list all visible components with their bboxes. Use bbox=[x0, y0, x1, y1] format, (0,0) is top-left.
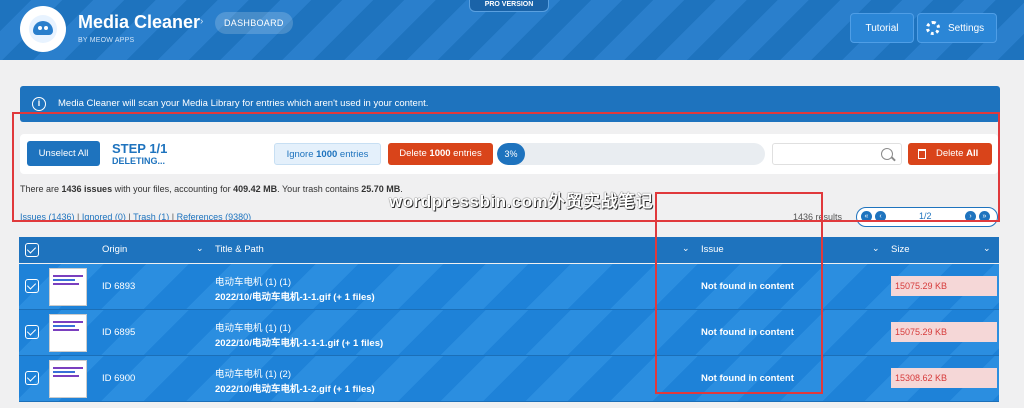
table-row[interactable]: ID 6895 电动车电机 (1) (1) 2022/10/电动车电机-1-1-… bbox=[19, 310, 999, 356]
settings-button[interactable]: Settings bbox=[917, 13, 997, 43]
filter-trash-count: (1) bbox=[155, 212, 170, 222]
summary-p1: There are bbox=[20, 184, 62, 194]
chevron-right-icon: › bbox=[200, 16, 204, 27]
row-path: 2022/10/电动车电机-1-1-1.gif (+ 1 files) bbox=[215, 338, 384, 349]
delete-suffix: entries bbox=[450, 148, 482, 159]
step-status: DELETING... bbox=[112, 156, 166, 166]
table-header: Origin ⌄ Title & Path ⌄ Issue ⌄ Size ⌄ bbox=[19, 237, 999, 263]
chevron-down-icon[interactable]: ⌄ bbox=[682, 243, 690, 254]
column-origin[interactable]: Origin bbox=[102, 244, 127, 255]
delete-all-strong: All bbox=[966, 148, 979, 159]
filter-references[interactable]: References (9380) bbox=[177, 212, 252, 222]
row-checkbox[interactable] bbox=[25, 325, 39, 339]
delete-entries-button[interactable]: Delete 1000 entries bbox=[388, 143, 493, 165]
row-size: 15075.29 KB bbox=[891, 276, 997, 296]
ignore-suffix: entries bbox=[337, 149, 369, 160]
row-size: 15075.29 KB bbox=[891, 322, 997, 342]
filter-issues-label: Issues bbox=[20, 212, 47, 222]
filter-issues-count: (1436) bbox=[46, 212, 75, 222]
ignore-count: 1000 bbox=[316, 149, 338, 160]
row-title[interactable]: 电动车电机 (1) (1) bbox=[215, 320, 291, 334]
breadcrumb-dashboard[interactable]: DASHBOARD bbox=[215, 12, 293, 34]
filter-references-label: References bbox=[176, 212, 223, 222]
summary-text: There are 1436 issues with your files, a… bbox=[20, 184, 403, 194]
filter-references-count: (9380) bbox=[222, 212, 252, 222]
info-message: Media Cleaner will scan your Media Libra… bbox=[58, 98, 429, 109]
row-size: 15308.62 KB bbox=[891, 368, 997, 388]
pagination: « ‹ 1/2 › » bbox=[856, 207, 998, 227]
row-issue: Not found in content bbox=[701, 327, 794, 338]
chevron-down-icon[interactable]: ⌄ bbox=[983, 243, 991, 254]
delete-all-button[interactable]: Delete All bbox=[908, 143, 992, 165]
column-issue[interactable]: Issue bbox=[701, 244, 724, 255]
meow-apps-logo bbox=[20, 6, 66, 52]
action-bar: Unselect All STEP 1/1 DELETING... Ignore… bbox=[20, 134, 998, 174]
info-banner: i Media Cleaner will scan your Media Lib… bbox=[20, 86, 1000, 122]
thumbnail-image[interactable] bbox=[49, 268, 87, 306]
watermark-text: wordpressbin.com外贸实战笔记 bbox=[389, 192, 654, 211]
step-title: STEP 1/1 bbox=[112, 141, 168, 156]
row-checkbox[interactable] bbox=[25, 371, 39, 385]
app-header: Media Cleaner BY MEOW APPS › DASHBOARD P… bbox=[0, 0, 1024, 60]
settings-label: Settings bbox=[948, 23, 985, 34]
row-id[interactable]: ID 6895 bbox=[102, 327, 135, 338]
pro-version-badge: PRO VERSION bbox=[469, 0, 549, 12]
row-id[interactable]: ID 6893 bbox=[102, 281, 135, 292]
delete-prefix: Delete bbox=[399, 148, 430, 159]
progress-fill: 3% bbox=[497, 143, 525, 165]
row-checkbox[interactable] bbox=[25, 279, 39, 293]
filter-ignored[interactable]: Ignored (0) bbox=[82, 212, 126, 222]
select-all-checkbox[interactable] bbox=[25, 243, 39, 257]
tutorial-button[interactable]: Tutorial bbox=[850, 13, 914, 43]
filter-issues[interactable]: Issues (1436) bbox=[20, 212, 75, 222]
filter-ignored-count: (0) bbox=[112, 212, 126, 222]
summary-p2: with your files, accounting for bbox=[112, 184, 234, 194]
unselect-all-button[interactable]: Unselect All bbox=[27, 141, 100, 166]
summary-p3: . Your trash contains bbox=[277, 184, 362, 194]
table-row[interactable]: ID 6900 电动车电机 (1) (2) 2022/10/电动车电机-1-2.… bbox=[19, 356, 999, 402]
ignore-entries-button[interactable]: Ignore 1000 entries bbox=[274, 143, 381, 165]
column-size[interactable]: Size bbox=[891, 244, 909, 255]
row-path: 2022/10/电动车电机-1-1.gif (+ 1 files) bbox=[215, 292, 375, 303]
row-issue: Not found in content bbox=[701, 373, 794, 384]
cat-icon bbox=[29, 15, 57, 43]
results-count: 1436 results bbox=[793, 212, 843, 222]
filter-ignored-label: Ignored bbox=[81, 212, 113, 222]
chevron-down-icon[interactable]: ⌄ bbox=[196, 243, 204, 254]
thumbnail-image[interactable] bbox=[49, 314, 87, 352]
info-icon: i bbox=[32, 97, 46, 111]
table-row[interactable]: ID 6893 电动车电机 (1) (1) 2022/10/电动车电机-1-1.… bbox=[19, 264, 999, 310]
delete-all-prefix: Delete bbox=[936, 148, 967, 159]
app-subtitle: BY MEOW APPS bbox=[78, 37, 135, 44]
filter-trash[interactable]: Trash (1) bbox=[133, 212, 169, 222]
prev-page-button[interactable]: ‹ bbox=[875, 211, 886, 222]
next-page-button[interactable]: › bbox=[965, 211, 976, 222]
filter-sep: | bbox=[169, 212, 177, 222]
ignore-prefix: Ignore bbox=[286, 149, 317, 160]
row-title[interactable]: 电动车电机 (1) (2) bbox=[215, 366, 291, 380]
search-icon bbox=[881, 148, 893, 160]
filter-sep: | bbox=[74, 212, 82, 222]
delete-count: 1000 bbox=[429, 148, 451, 159]
first-page-button[interactable]: « bbox=[861, 211, 872, 222]
summary-size: 409.42 MB bbox=[233, 184, 278, 194]
row-path: 2022/10/电动车电机-1-2.gif (+ 1 files) bbox=[215, 384, 375, 395]
summary-issues: 1436 issues bbox=[61, 184, 113, 194]
filter-tabs: Issues (1436) | Ignored (0) | Trash (1) … bbox=[20, 212, 251, 222]
filter-trash-label: Trash bbox=[133, 212, 156, 222]
chevron-down-icon[interactable]: ⌄ bbox=[872, 243, 880, 254]
page-indicator: 1/2 bbox=[919, 211, 932, 221]
search-input[interactable] bbox=[772, 143, 902, 165]
progress-bar: 3% bbox=[497, 143, 765, 165]
column-title-path[interactable]: Title & Path bbox=[215, 244, 264, 255]
row-title[interactable]: 电动车电机 (1) (1) bbox=[215, 274, 291, 288]
row-issue: Not found in content bbox=[701, 281, 794, 292]
thumbnail-image[interactable] bbox=[49, 360, 87, 398]
row-id[interactable]: ID 6900 bbox=[102, 373, 135, 384]
gear-icon bbox=[926, 21, 940, 35]
app-title: Media Cleaner bbox=[78, 12, 201, 32]
trash-icon bbox=[918, 149, 926, 159]
last-page-button[interactable]: » bbox=[979, 211, 990, 222]
